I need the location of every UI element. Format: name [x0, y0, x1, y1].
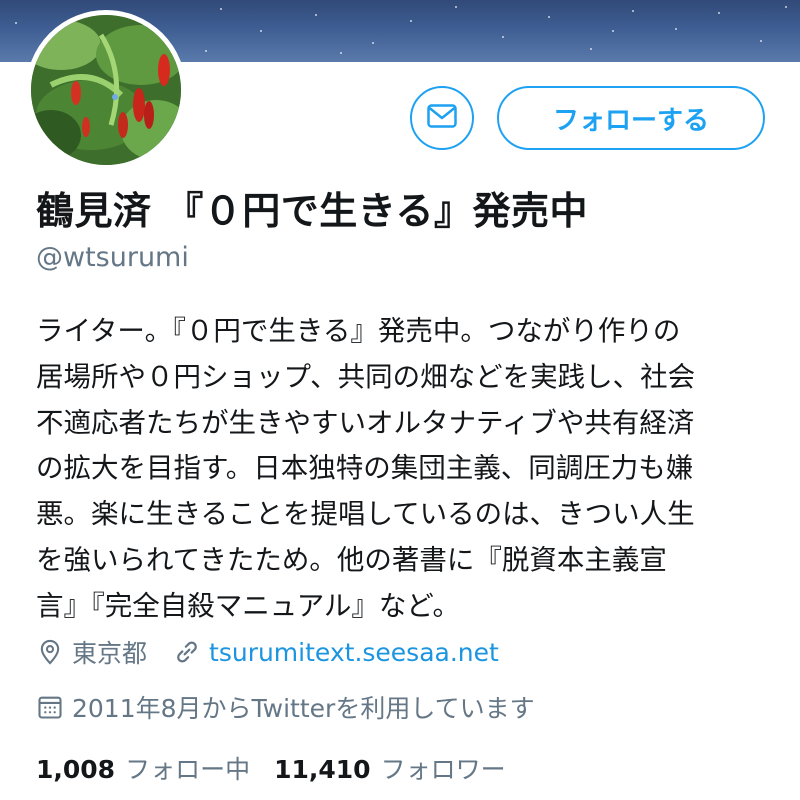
- user-handle: @wtsurumi: [36, 242, 189, 273]
- following-label: フォロー中: [125, 755, 251, 784]
- profile-meta-joined: 2011年8月からTwitterを利用しています: [36, 689, 535, 725]
- website-link[interactable]: tsurumitext.seesaa.net: [209, 638, 499, 667]
- calendar-icon: [36, 693, 64, 721]
- follow-button-label: フォローする: [552, 105, 709, 136]
- follow-button[interactable]: フォローする: [497, 86, 765, 150]
- avatar-image: [31, 15, 181, 165]
- followers-label: フォロワー: [380, 755, 506, 784]
- envelope-icon: [427, 104, 457, 132]
- joined-date-text: 2011年8月からTwitterを利用しています: [72, 694, 535, 723]
- following-count: 1,008: [36, 755, 116, 784]
- profile-bio: ライター。『０円で生きる』発売中。つながり作りの 居場所や０円ショップ、共同の畑…: [36, 315, 696, 622]
- location-text: 東京都: [72, 639, 148, 668]
- followers-count: 11,410: [274, 755, 371, 784]
- followers-link[interactable]: 11,410 フォロワー: [274, 750, 506, 786]
- avatar[interactable]: [26, 10, 186, 170]
- profile-page: フォローする 鶴見済 『０円で生きる』発売中 @wtsurumi ライター。『０…: [0, 0, 800, 800]
- location-pin-icon: [36, 638, 64, 666]
- display-name: 鶴見済 『０円で生きる』発売中: [36, 189, 588, 233]
- following-link[interactable]: 1,008 フォロー中: [36, 750, 250, 786]
- follow-stats: 1,008 フォロー中 11,410 フォロワー: [36, 750, 506, 786]
- profile-meta-location-url: 東京都 tsurumitext.seesaa.net: [36, 634, 499, 670]
- message-button[interactable]: [410, 86, 474, 150]
- link-icon: [173, 638, 201, 666]
